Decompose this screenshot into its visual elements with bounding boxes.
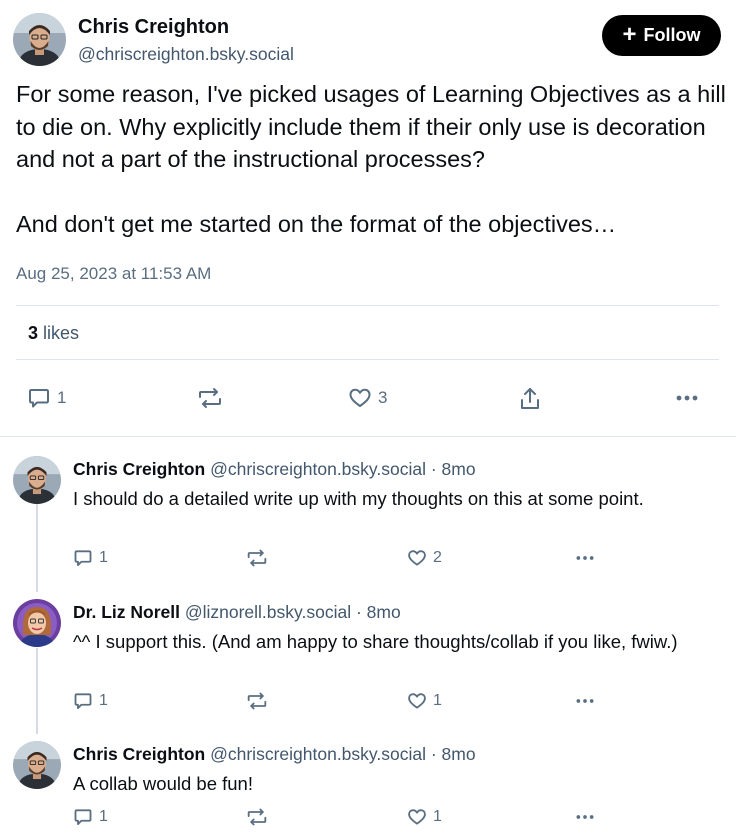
repost-button[interactable] <box>245 548 275 568</box>
thread-line <box>36 648 38 734</box>
post-timestamp[interactable]: Aug 25, 2023 at 11:53 AM <box>16 264 211 284</box>
reply-count: 1 <box>57 388 67 407</box>
reply-author-name[interactable]: Chris Creighton <box>73 459 205 479</box>
reply-time[interactable]: 8mo <box>442 744 476 764</box>
reply-avatar[interactable] <box>13 741 61 789</box>
follow-label: Follow <box>643 25 701 45</box>
repost-button[interactable] <box>245 807 275 827</box>
author-avatar[interactable] <box>13 13 66 66</box>
reply-button[interactable]: 1 <box>73 807 108 827</box>
heart-icon <box>349 388 371 407</box>
more-options-button[interactable] <box>676 386 698 410</box>
heart-icon <box>408 693 426 709</box>
separator-dot: · <box>430 459 437 479</box>
thread-line <box>36 504 38 592</box>
reply-avatar[interactable] <box>13 456 61 504</box>
like-count: 3 <box>378 388 388 407</box>
speech-bubble-icon <box>74 693 92 709</box>
speech-bubble-icon <box>74 550 92 566</box>
like-button[interactable]: 1 <box>407 691 442 711</box>
reply-text: ^^ I support this. (And am happy to shar… <box>73 631 678 652</box>
ellipsis-icon <box>676 395 698 401</box>
divider <box>16 359 719 360</box>
reply-author-name[interactable]: Dr. Liz Norell <box>73 602 180 622</box>
reply-button[interactable]: 1 <box>27 386 66 410</box>
like-button[interactable]: 2 <box>407 548 442 568</box>
reply-button[interactable]: 1 <box>73 691 108 711</box>
heart-icon <box>408 550 426 566</box>
repost-button[interactable] <box>245 691 275 711</box>
reply-author-handle[interactable]: @chriscreighton.bsky.social <box>210 459 426 479</box>
speech-bubble-icon <box>29 389 49 408</box>
post-header: Chris Creighton @chriscreighton.bsky.soc… <box>13 13 721 69</box>
separator-dot: · <box>430 744 437 764</box>
separator-dot: · <box>355 602 362 622</box>
heart-icon <box>408 809 426 825</box>
more-options-button[interactable] <box>574 548 596 568</box>
ellipsis-icon <box>576 699 594 703</box>
reply-author-name[interactable]: Chris Creighton <box>73 744 205 764</box>
reply-count: 1 <box>99 549 108 566</box>
author-handle[interactable]: @chriscreighton.bsky.social <box>78 44 294 65</box>
ellipsis-icon <box>576 556 594 560</box>
repost-button[interactable] <box>196 386 230 410</box>
reply-time[interactable]: 8mo <box>367 602 401 622</box>
plus-icon: + <box>622 20 637 48</box>
like-count: 2 <box>433 549 442 566</box>
repost-arrows-icon <box>247 808 267 826</box>
reply-meta: Dr. Liz Norell @liznorell.bsky.social · … <box>73 602 401 623</box>
divider <box>0 436 736 437</box>
reply-author-handle[interactable]: @liznorell.bsky.social <box>185 602 351 622</box>
ellipsis-icon <box>576 815 594 819</box>
likes-count: 3 <box>28 323 39 343</box>
more-options-button[interactable] <box>574 807 596 827</box>
reply-text: I should do a detailed write up with my … <box>73 488 644 509</box>
reply-count: 1 <box>99 692 108 709</box>
reply-text: A collab would be fun! <box>73 773 253 794</box>
reply-meta: Chris Creighton @chriscreighton.bsky.soc… <box>73 459 476 480</box>
like-button[interactable]: 3 <box>348 386 387 410</box>
reply-author-handle[interactable]: @chriscreighton.bsky.social <box>210 744 426 764</box>
post-text: For some reason, I've picked usages of L… <box>16 81 726 237</box>
more-options-button[interactable] <box>574 691 596 711</box>
repost-arrows-icon <box>247 692 267 710</box>
divider <box>16 305 719 306</box>
likes-summary[interactable]: 3 likes <box>28 323 79 344</box>
reply-avatar[interactable] <box>13 599 61 647</box>
likes-label: likes <box>43 323 80 343</box>
repost-arrows-icon <box>247 549 267 567</box>
repost-arrows-icon <box>199 388 221 408</box>
speech-bubble-icon <box>74 809 92 825</box>
author-name[interactable]: Chris Creighton <box>78 16 229 39</box>
like-count: 1 <box>433 808 442 825</box>
reply-meta: Chris Creighton @chriscreighton.bsky.soc… <box>73 744 476 765</box>
reply-button[interactable]: 1 <box>73 548 108 568</box>
like-count: 1 <box>433 692 442 709</box>
share-upload-icon <box>521 388 539 409</box>
share-button[interactable] <box>518 386 542 412</box>
follow-button[interactable]: + Follow <box>602 15 721 56</box>
reply-time[interactable]: 8mo <box>442 459 476 479</box>
like-button[interactable]: 1 <box>407 807 442 827</box>
reply-count: 1 <box>99 808 108 825</box>
